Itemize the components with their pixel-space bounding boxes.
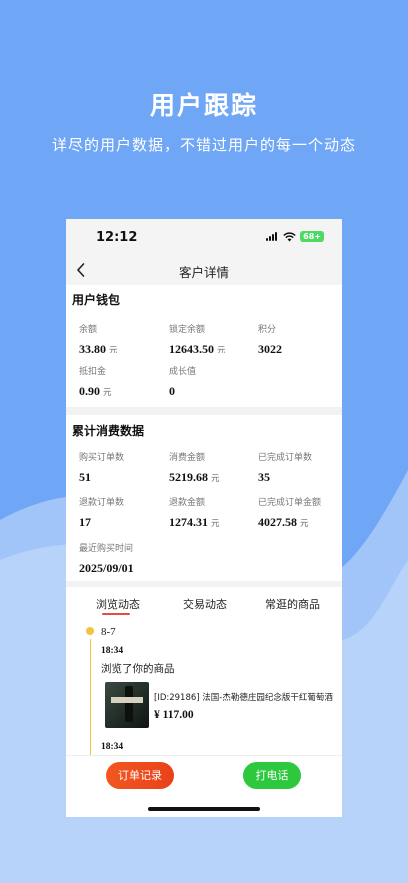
cell-label: 购买订单数 [79, 453, 125, 463]
cell-label: 退款订单数 [79, 498, 125, 508]
wallet-cell-points: 积分 3022 [251, 311, 335, 369]
stat-cell-last-purchase: 最近购买时间 2025/09/01 [72, 530, 156, 588]
cell-value: 0.90 元 [79, 384, 112, 398]
hero-subtitle: 详尽的用户数据，不错过用户的每一个动态 [51, 136, 356, 154]
product-thumbnail [105, 682, 149, 728]
timeline-dot [86, 627, 94, 635]
cell-label: 已完成订单数 [258, 453, 313, 463]
cell-value: 2025/09/01 [79, 561, 134, 575]
cell-label: 锁定余额 [169, 325, 206, 335]
stat-cell-completed-amount: 已完成订单金额 4027.58 元 [251, 484, 335, 542]
product-card[interactable]: [ID:29186] 法国-杰勒德庄园纪念版干红葡萄酒 ¥ 117.00 [105, 682, 335, 732]
cell-label: 退款金额 [169, 498, 206, 508]
status-time: 12:12 [96, 230, 138, 245]
wallet-cell-deduction: 抵扣金 0.90 元 [72, 353, 156, 411]
order-records-button[interactable]: 订单记录 [106, 762, 174, 789]
cell-value: 35 [258, 470, 270, 484]
cell-label: 最近购买时间 [79, 544, 134, 554]
bottom-action-bar: 订单记录 打电话 [66, 755, 342, 817]
nav-bar: 客户详情 [66, 257, 342, 285]
cell-label: 抵扣金 [79, 367, 107, 377]
cell-value: 5219.68 元 [169, 470, 220, 484]
cell-value: 1274.31 元 [169, 515, 220, 529]
cell-value: 17 [79, 515, 91, 529]
status-icons: 68+ [266, 231, 324, 242]
page-title: 客户详情 [178, 265, 229, 280]
cell-value: 3022 [258, 342, 282, 356]
tab-trade-activity[interactable]: 交易动态 [183, 596, 227, 612]
cell-label: 成长值 [169, 367, 197, 377]
cell-value: 0 [169, 384, 175, 398]
timeline-entry-time: 18:34 [101, 646, 124, 656]
cellular-signal-icon [266, 232, 279, 241]
wallet-title: 用户钱包 [72, 293, 121, 307]
product-price: ¥ 117.00 [154, 709, 194, 721]
cell-label: 消费金额 [169, 453, 206, 463]
wifi-icon [283, 231, 296, 241]
wallet-cell-growth: 成长值 0 [162, 353, 246, 411]
active-tab-indicator [102, 613, 130, 615]
timeline-line [90, 639, 91, 759]
timeline-date: 8-7 [101, 626, 116, 638]
home-indicator[interactable] [148, 807, 260, 811]
cell-label: 积分 [258, 325, 277, 335]
stat-cell-refund-amount: 退款金额 1274.31 元 [162, 484, 246, 542]
cell-value: 51 [79, 470, 91, 484]
status-bar: 12:12 68+ [66, 219, 342, 257]
section-divider [66, 581, 342, 587]
battery-icon: 68+ [300, 231, 324, 242]
timeline-entry-text: 浏览了你的商品 [101, 663, 175, 675]
cell-value: 4027.58 元 [258, 515, 309, 529]
hero-title: 用户跟踪 [149, 91, 258, 120]
product-name: [ID:29186] 法国-杰勒德庄园纪念版干红葡萄酒 [154, 693, 333, 703]
tab-browse-activity[interactable]: 浏览动态 [96, 596, 140, 612]
tab-frequent-products[interactable]: 常逛的商品 [265, 596, 320, 612]
consumption-title: 累计消费数据 [72, 424, 145, 438]
phone-screen: 12:12 68+ 客户详情 用户钱包 余额 33.80 元 锁定余额 12643… [66, 219, 342, 817]
call-button[interactable]: 打电话 [243, 762, 301, 789]
cell-label: 已完成订单金额 [258, 498, 322, 508]
section-divider [66, 407, 342, 415]
timeline-entry-time: 18:34 [101, 742, 124, 752]
cell-label: 余额 [79, 325, 98, 335]
activity-tabs: 浏览动态 交易动态 常逛的商品 [66, 593, 342, 617]
